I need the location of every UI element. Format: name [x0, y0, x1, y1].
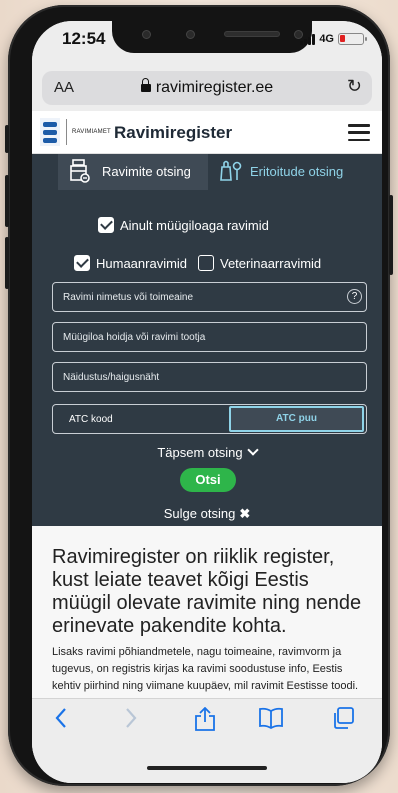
sensor-icon [142, 30, 151, 39]
close-icon: ✖ [239, 506, 251, 521]
back-icon[interactable] [54, 707, 68, 729]
intro-paragraph: Lisaks ravimi põhiandmetele, nagu toimea… [52, 646, 359, 698]
chevron-down-icon [246, 444, 259, 456]
advanced-search-toggle[interactable]: Täpsem otsing [32, 444, 382, 460]
hamburger-menu-icon[interactable] [348, 124, 370, 141]
agency-name: RAVIMIAMET [72, 129, 111, 135]
status-time: 12:54 [62, 29, 106, 48]
veterinary-medicines-checkbox-row[interactable]: Veterinaarravimid [198, 255, 321, 271]
tab-medicine-search[interactable]: Ravimite otsing [58, 154, 208, 190]
tab-special-food-search-label: Eritoitude otsing [250, 164, 344, 179]
home-indicator [147, 766, 267, 770]
atc-code-field[interactable]: ATC kood ATC puu [52, 404, 367, 434]
site-title[interactable]: Ravimiregister [114, 123, 232, 143]
help-icon[interactable]: ? [347, 289, 362, 304]
browser-address-area: AA ravimiregister.ee ↻ [32, 65, 382, 111]
status-indicators: 4G [300, 33, 367, 45]
mute-switch [5, 125, 9, 153]
advanced-search-label: Täpsem otsing [157, 445, 243, 460]
battery-level [340, 35, 345, 42]
browser-toolbar [32, 698, 382, 783]
signal-icon [300, 33, 316, 45]
atc-code-label: ATC kood [69, 414, 113, 425]
network-type: 4G [319, 33, 334, 45]
notch [112, 21, 312, 53]
share-icon[interactable] [194, 707, 216, 731]
tab-special-food-search[interactable]: Eritoitude otsing [208, 154, 382, 190]
search-submit-button[interactable]: Otsi [180, 468, 236, 492]
logo-divider [66, 119, 67, 145]
page-content: Ravimiregister on riiklik register, kust… [32, 526, 382, 698]
forward-icon[interactable] [124, 707, 138, 729]
intro-headline: Ravimiregister on riiklik register, kust… [52, 546, 362, 637]
power-button [389, 195, 393, 275]
camera-icon [186, 30, 195, 39]
url-display[interactable]: ravimiregister.ee [42, 78, 372, 97]
atc-tree-button[interactable]: ATC puu [229, 406, 364, 432]
battery-icon [338, 33, 367, 45]
human-medicines-checkbox-row[interactable]: Humaanravimid [74, 255, 187, 271]
site-header: RAVIMIAMET Ravimiregister [32, 111, 382, 154]
veterinary-medicines-checkbox[interactable] [198, 255, 214, 271]
tabs-icon[interactable] [332, 707, 354, 729]
phone-frame: 12:54 4G AA ravimiregister.ee ↻ RAVIMIAM… [5, 5, 393, 786]
medicine-name-input[interactable] [52, 282, 367, 312]
only-marketed-checkbox[interactable] [98, 217, 114, 233]
speaker-grille [224, 31, 280, 37]
only-marketed-checkbox-row[interactable]: Ainult müügiloaga ravimid [98, 217, 269, 233]
medicine-box-icon [70, 159, 90, 183]
status-bar: 12:54 4G [32, 21, 382, 65]
tab-medicine-search-label: Ravimite otsing [102, 164, 191, 179]
volume-down-button [5, 237, 9, 289]
only-marketed-label: Ainult müügiloaga ravimid [120, 217, 269, 233]
coat-of-arms-logo[interactable] [40, 118, 60, 146]
baby-bottle-icon [220, 160, 242, 181]
human-medicines-checkbox[interactable] [74, 255, 90, 271]
indication-input[interactable] [52, 362, 367, 392]
bookmarks-icon[interactable] [258, 707, 284, 729]
license-holder-input[interactable] [52, 322, 367, 352]
address-bar[interactable]: AA ravimiregister.ee ↻ [42, 71, 372, 105]
veterinary-medicines-label: Veterinaarravimid [220, 255, 322, 271]
reload-icon[interactable]: ↻ [347, 76, 362, 97]
human-medicines-label: Humaanravimid [96, 255, 188, 271]
url-text: ravimiregister.ee [155, 79, 274, 96]
close-search-button[interactable]: Sulge otsing ✖ [32, 506, 382, 522]
phone-screen: 12:54 4G AA ravimiregister.ee ↻ RAVIMIAM… [32, 21, 382, 783]
lock-icon [140, 78, 151, 92]
close-search-label: Sulge otsing [163, 506, 236, 521]
search-panel: Ravimite otsing Eritoitude otsing Ainult… [32, 154, 382, 526]
volume-up-button [5, 175, 9, 227]
